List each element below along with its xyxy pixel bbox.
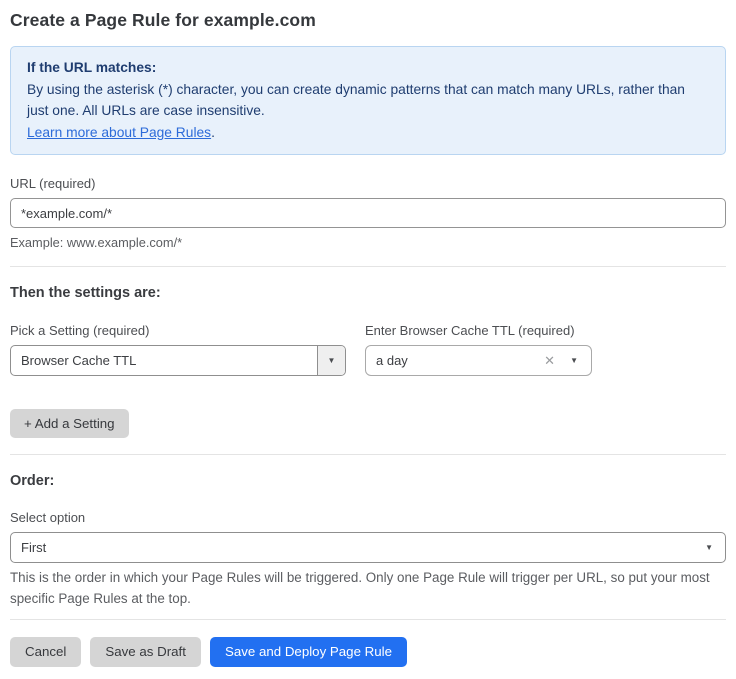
setting-picker-dropdown[interactable]: Browser Cache TTL ▼ bbox=[10, 345, 346, 376]
chevron-down-icon: ▼ bbox=[705, 544, 713, 552]
learn-more-link[interactable]: Learn more about Page Rules bbox=[27, 125, 211, 140]
footer-buttons: Cancel Save as Draft Save and Deploy Pag… bbox=[10, 637, 726, 666]
divider-url-settings bbox=[10, 266, 726, 267]
info-box-body: By using the asterisk (*) character, you… bbox=[27, 79, 709, 122]
url-input[interactable] bbox=[10, 198, 726, 228]
settings-row: Pick a Setting (required) Browser Cache … bbox=[10, 301, 726, 376]
ttl-picker-label: Enter Browser Cache TTL (required) bbox=[365, 323, 592, 338]
url-field-label: URL (required) bbox=[10, 176, 726, 191]
info-box-heading: If the URL matches: bbox=[27, 57, 709, 79]
ttl-picker-dropdown[interactable]: a day ✕ ▼ bbox=[365, 345, 592, 376]
link-period: . bbox=[211, 125, 215, 140]
add-setting-button[interactable]: + Add a Setting bbox=[10, 409, 129, 438]
order-helper-text: This is the order in which your Page Rul… bbox=[10, 568, 726, 609]
clear-icon[interactable]: ✕ bbox=[544, 354, 555, 367]
divider-settings-order bbox=[10, 454, 726, 455]
settings-section-heading: Then the settings are: bbox=[10, 285, 726, 301]
info-box-link-line: Learn more about Page Rules. bbox=[27, 122, 709, 144]
page-title: Create a Page Rule for example.com bbox=[10, 10, 726, 31]
order-select-label: Select option bbox=[10, 510, 726, 525]
chevron-down-icon: ▼ bbox=[328, 357, 336, 365]
divider-footer bbox=[10, 619, 726, 620]
setting-picker-value: Browser Cache TTL bbox=[11, 353, 317, 368]
setting-picker-arrow-segment[interactable]: ▼ bbox=[317, 346, 345, 375]
setting-picker-column: Pick a Setting (required) Browser Cache … bbox=[10, 301, 346, 376]
order-section-heading: Order: bbox=[10, 473, 726, 489]
ttl-picker-column: Enter Browser Cache TTL (required) a day… bbox=[365, 301, 592, 376]
save-and-deploy-button[interactable]: Save and Deploy Page Rule bbox=[210, 637, 407, 666]
save-as-draft-button[interactable]: Save as Draft bbox=[90, 637, 201, 666]
ttl-picker-icons: ✕ ▼ bbox=[544, 354, 591, 367]
page-rule-form: Create a Page Rule for example.com If th… bbox=[0, 0, 736, 679]
ttl-picker-value: a day bbox=[366, 353, 544, 368]
order-select[interactable]: First ▼ bbox=[10, 532, 726, 563]
url-match-info-box: If the URL matches: By using the asteris… bbox=[10, 46, 726, 155]
url-example-helper: Example: www.example.com/* bbox=[10, 235, 726, 250]
setting-picker-label: Pick a Setting (required) bbox=[10, 323, 346, 338]
order-select-value: First bbox=[21, 540, 46, 555]
chevron-down-icon[interactable]: ▼ bbox=[570, 357, 578, 365]
cancel-button[interactable]: Cancel bbox=[10, 637, 81, 666]
